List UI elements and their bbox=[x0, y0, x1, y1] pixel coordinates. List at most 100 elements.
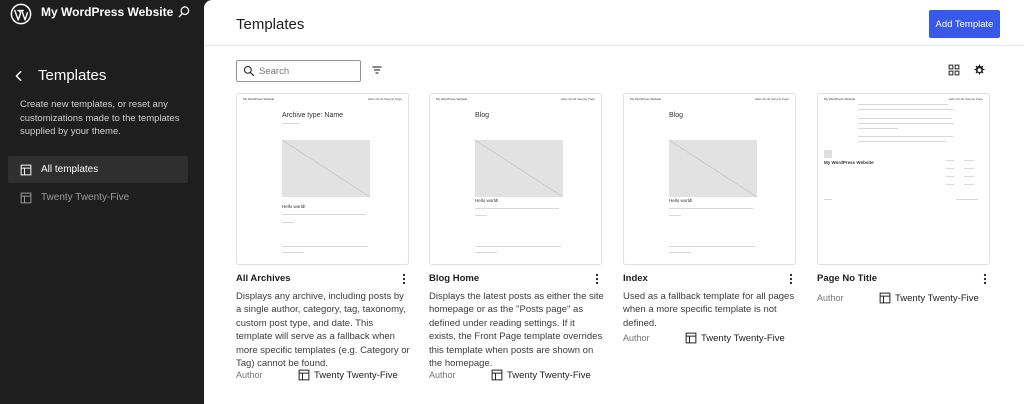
preview-line bbox=[669, 246, 755, 247]
add-template-button[interactable]: Add Template bbox=[929, 10, 1000, 38]
preview-line bbox=[964, 160, 974, 161]
sidebar-item-all-templates[interactable]: All templates bbox=[8, 156, 188, 183]
sidebar-description: Create new templates, or reset any custo… bbox=[20, 99, 180, 137]
search-field[interactable] bbox=[236, 60, 361, 82]
preview-line bbox=[956, 199, 978, 200]
preview-line bbox=[669, 215, 681, 216]
preview-title: Archive type: Name bbox=[282, 112, 344, 119]
template-name[interactable]: All Archives bbox=[236, 273, 291, 284]
preview-line bbox=[282, 252, 304, 253]
preview-line bbox=[475, 252, 497, 253]
preview-hello: Hello world! bbox=[669, 198, 693, 203]
preview-line bbox=[669, 208, 753, 209]
layout-icon bbox=[20, 164, 32, 175]
preview-line bbox=[282, 214, 366, 215]
template-description: Displays the latest posts as either the … bbox=[429, 291, 604, 370]
preview-line bbox=[964, 184, 974, 185]
layout-icon bbox=[685, 332, 697, 344]
preview-image-placeholder bbox=[669, 140, 757, 197]
preview-line bbox=[858, 123, 954, 124]
sidebar-item-label: All templates bbox=[41, 164, 99, 175]
grid-view-icon[interactable] bbox=[948, 64, 960, 76]
header-divider bbox=[204, 45, 1024, 46]
preview-nav: Hello World Sample Page bbox=[560, 97, 595, 101]
preview-line bbox=[475, 208, 559, 209]
layout-icon bbox=[298, 369, 310, 381]
more-vertical-icon[interactable] bbox=[788, 273, 794, 285]
preview-line bbox=[824, 199, 832, 200]
author-label: Author bbox=[817, 293, 844, 303]
preview-line bbox=[858, 109, 954, 110]
template-description: Displays any archive, including posts by… bbox=[236, 291, 410, 370]
template-name[interactable]: Blog Home bbox=[429, 273, 479, 284]
author-value: Twenty Twenty-Five bbox=[895, 293, 979, 304]
preview-line bbox=[858, 128, 898, 129]
more-vertical-icon[interactable] bbox=[594, 273, 600, 285]
preview-nav: Hello World Sample Page bbox=[754, 97, 789, 101]
template-description: Used as a fallback template for all page… bbox=[623, 291, 795, 329]
sidebar-heading: Templates bbox=[38, 67, 107, 84]
layout-icon bbox=[20, 192, 32, 203]
preview-line bbox=[475, 246, 561, 247]
preview-image-placeholder bbox=[475, 140, 563, 197]
template-preview[interactable]: My WordPress Website Hello World Sample … bbox=[817, 93, 990, 265]
preview-line bbox=[946, 184, 954, 185]
template-preview[interactable]: My WordPress Website Hello World Sample … bbox=[429, 93, 602, 265]
preview-line bbox=[858, 104, 948, 105]
preview-line bbox=[964, 176, 974, 177]
preview-line bbox=[282, 246, 368, 247]
sidebar-item-twenty-twenty-five[interactable]: Twenty Twenty-Five bbox=[8, 184, 188, 211]
preview-title: Blog bbox=[669, 112, 684, 119]
more-vertical-icon[interactable] bbox=[982, 273, 988, 285]
preview-title: Blog bbox=[475, 112, 490, 119]
chevron-left-icon[interactable] bbox=[12, 69, 26, 83]
search-icon[interactable] bbox=[177, 5, 191, 19]
author-label: Author bbox=[236, 370, 263, 380]
preview-footer-title: My WordPress Website bbox=[824, 160, 874, 165]
search-input[interactable] bbox=[259, 64, 357, 79]
preview-image-placeholder bbox=[282, 140, 370, 197]
preview-line bbox=[964, 168, 974, 169]
preview-nav: Hello World Sample Page bbox=[948, 97, 983, 101]
main-content: Templates Add Template My WordPress Webs… bbox=[204, 0, 1024, 404]
more-vertical-icon[interactable] bbox=[401, 273, 407, 285]
preview-line bbox=[282, 123, 300, 124]
author-value: Twenty Twenty-Five bbox=[314, 370, 398, 381]
preview-line bbox=[475, 215, 487, 216]
preview-hello: Hello world! bbox=[282, 204, 306, 209]
search-icon bbox=[243, 65, 255, 77]
gear-icon[interactable] bbox=[972, 63, 986, 77]
layout-icon bbox=[879, 292, 891, 304]
preview-line bbox=[858, 118, 952, 119]
preview-site-logo bbox=[824, 150, 832, 158]
sidebar-item-label: Twenty Twenty-Five bbox=[41, 192, 130, 203]
sidebar: My WordPress Website Templates Create ne… bbox=[0, 0, 204, 404]
preview-site-title: My WordPress Website bbox=[630, 97, 662, 101]
author-label: Author bbox=[623, 333, 650, 343]
filter-icon[interactable] bbox=[371, 64, 383, 76]
preview-nav: Hello World Sample Page bbox=[367, 97, 402, 101]
author-value: Twenty Twenty-Five bbox=[701, 333, 785, 344]
template-preview[interactable]: My WordPress Website Hello World Sample … bbox=[623, 93, 796, 265]
author-label: Author bbox=[429, 370, 456, 380]
author-value: Twenty Twenty-Five bbox=[507, 370, 591, 381]
preview-hello: Hello world! bbox=[475, 198, 499, 203]
preview-line bbox=[858, 141, 946, 142]
site-header: My WordPress Website bbox=[0, 0, 204, 30]
preview-site-title: My WordPress Website bbox=[436, 97, 468, 101]
preview-site-title: My WordPress Website bbox=[824, 97, 856, 101]
preview-line bbox=[669, 252, 691, 253]
layout-icon bbox=[491, 369, 503, 381]
template-name[interactable]: Page No Title bbox=[817, 273, 877, 284]
preview-line bbox=[946, 176, 954, 177]
preview-line bbox=[946, 168, 954, 169]
site-title[interactable]: My WordPress Website bbox=[41, 5, 173, 19]
page-title: Templates bbox=[236, 16, 305, 33]
template-name[interactable]: Index bbox=[623, 273, 648, 284]
wordpress-logo-icon[interactable] bbox=[10, 3, 32, 25]
preview-line bbox=[858, 136, 953, 137]
template-preview[interactable]: My WordPress Website Hello World Sample … bbox=[236, 93, 409, 265]
preview-site-title: My WordPress Website bbox=[243, 97, 275, 101]
preview-line bbox=[282, 222, 294, 223]
preview-line bbox=[946, 160, 954, 161]
